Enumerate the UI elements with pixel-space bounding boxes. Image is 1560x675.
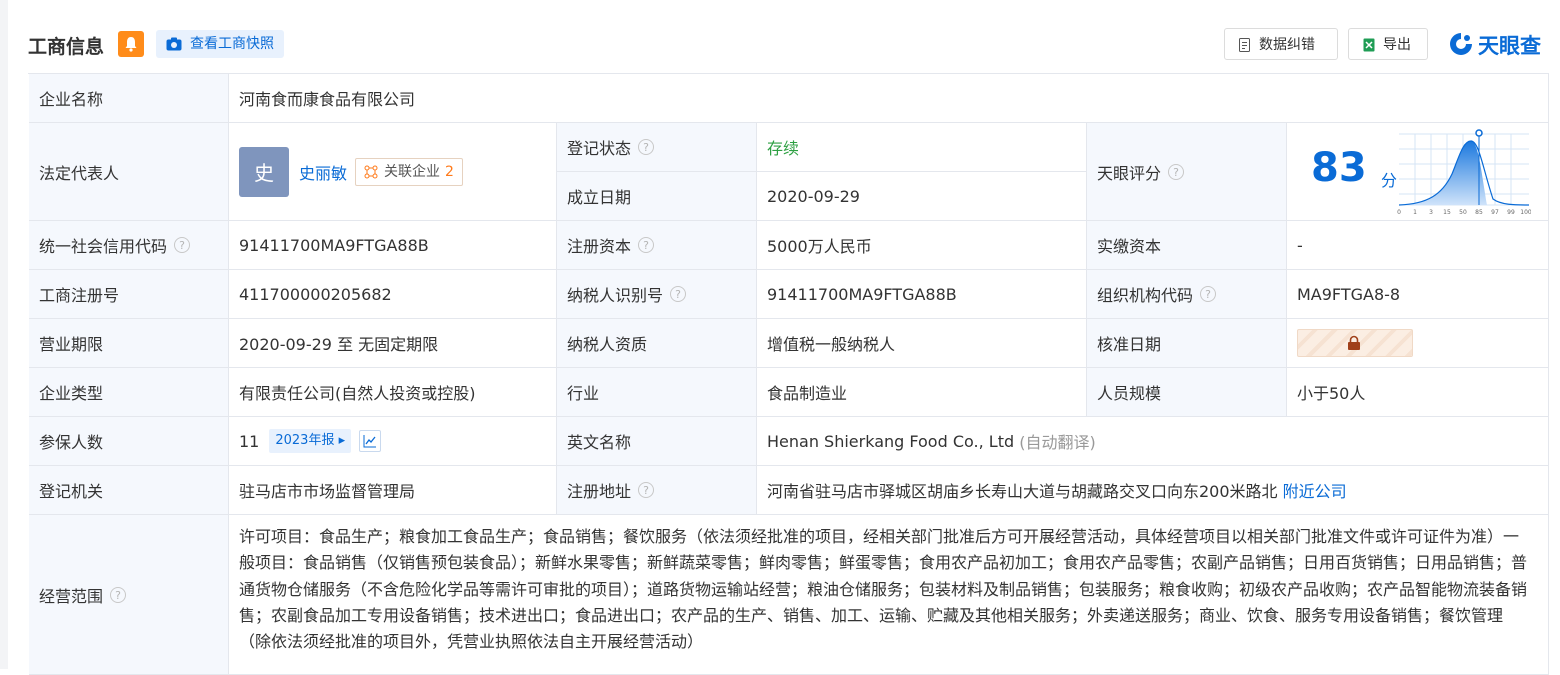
avatar[interactable]: 史 [239, 146, 289, 197]
score-unit: 分 [1381, 171, 1398, 190]
axis-tick: 97 [1491, 209, 1499, 215]
bell-button[interactable] [118, 31, 144, 57]
trend-chart-button[interactable] [359, 430, 382, 452]
found-date-label: 成立日期 [557, 172, 757, 221]
found-date-value: 2020-09-29 [757, 172, 1087, 221]
network-icon [364, 165, 378, 178]
industry-value: 食品制造业 [757, 368, 1087, 417]
axis-tick: 50 [1459, 209, 1467, 215]
export-label: 导出 [1383, 37, 1411, 53]
taxpayer-quality-label: 纳税人资质 [557, 319, 757, 368]
section-title: 工商信息 [28, 36, 105, 58]
annual-report-link[interactable]: 2023年报 ▸ [269, 429, 352, 453]
biz-term-label: 营业期限 [29, 319, 229, 368]
english-name-value: Henan Shierkang Food Co., Ltd (自动翻译) [757, 417, 1549, 466]
insured-value: 11 2023年报 ▸ [229, 417, 557, 466]
legal-rep-value: 史 史丽敏 关联企业 2 [229, 123, 557, 221]
logo-text: 天眼查 [1478, 34, 1541, 58]
business-info-table: 企业名称 河南食而康食品有限公司 法定代表人 史 史丽敏 关联企业 2 登记状态?… [28, 73, 1549, 675]
company-name-label: 企业名称 [29, 74, 229, 123]
reg-capital-value: 5000万人民币 [757, 221, 1087, 270]
legal-rep-label: 法定代表人 [29, 123, 229, 221]
camera-icon [166, 37, 182, 51]
axis-tick: 3 [1429, 209, 1433, 215]
reg-number-value: 411700000205682 [229, 270, 557, 319]
company-type-value: 有限责任公司(自然人投资或控股) [229, 368, 557, 417]
snapshot-label: 查看工商快照 [190, 36, 274, 52]
tianyan-score-panel[interactable]: 83 分 0 1 3 15 50 85 97 99 100 [1287, 123, 1549, 221]
biz-scope-label: 经营范围? [29, 515, 229, 675]
company-name-value: 河南食而康食品有限公司 [229, 74, 1549, 123]
help-icon[interactable]: ? [670, 286, 687, 302]
axis-tick: 85 [1475, 209, 1483, 215]
legal-rep-name-link[interactable]: 史丽敏 [299, 160, 347, 184]
axis-tick: 15 [1443, 209, 1451, 215]
nearby-companies-link[interactable]: 附近公司 [1283, 478, 1347, 502]
reg-capital-label: 注册资本? [557, 221, 757, 270]
help-icon[interactable]: ? [110, 586, 127, 603]
taxpayer-id-label: 纳税人识别号? [557, 270, 757, 319]
paid-capital-value: - [1287, 221, 1549, 270]
tianyan-score-label: 天眼评分? [1087, 123, 1287, 221]
axis-tick: 100 [1520, 209, 1531, 215]
biz-scope-value: 许可项目：食品生产；粮食加工食品生产；食品销售；餐饮服务（依法须经批准的项目，经… [229, 515, 1549, 675]
org-code-value: MA9FTGA8-8 [1287, 270, 1549, 319]
axis-tick: 0 [1397, 209, 1401, 215]
credit-code-value: 91411700MA9FTGA88B [229, 221, 557, 270]
axis-tick: 1 [1413, 209, 1417, 215]
left-gutter [0, 0, 8, 669]
score-distribution-chart: 0 1 3 15 50 85 97 99 100 [1397, 129, 1531, 215]
snapshot-button[interactable]: 查看工商快照 [156, 30, 284, 58]
section-header: 工商信息 查看工商快照 数据纠错 导出 天眼查 [28, 28, 1548, 60]
help-icon[interactable]: ? [1200, 286, 1217, 302]
related-companies-button[interactable]: 关联企业 2 [355, 157, 463, 186]
data-correction-label: 数据纠错 [1259, 37, 1315, 53]
score-value: 83 [1311, 145, 1367, 191]
reg-address-value: 河南省驻马店市驿城区胡庙乡长寿山大道与胡藏路交叉口向东200米路北 附近公司 [757, 466, 1549, 515]
lock-icon [1348, 335, 1360, 350]
auto-translate-note: (自动翻译) [1019, 433, 1096, 452]
help-icon[interactable]: ? [638, 482, 655, 498]
org-code-label: 组织机构代码? [1087, 270, 1287, 319]
reg-authority-label: 登记机关 [29, 466, 229, 515]
company-type-label: 企业类型 [29, 368, 229, 417]
help-icon[interactable]: ? [174, 237, 191, 253]
reg-status-value: 存续 [757, 123, 1087, 172]
export-button[interactable]: 导出 [1348, 28, 1428, 60]
logo-icon [1450, 33, 1472, 55]
insured-label: 参保人数 [29, 417, 229, 466]
data-correction-button[interactable]: 数据纠错 [1224, 28, 1338, 60]
biz-term-value: 2020-09-29 至 无固定期限 [229, 319, 557, 368]
related-companies-count: 2 [445, 163, 454, 180]
reg-authority-value: 驻马店市市场监督管理局 [229, 466, 557, 515]
taxpayer-id-value: 91411700MA9FTGA88B [757, 270, 1087, 319]
page: 工商信息 查看工商快照 数据纠错 导出 天眼查 企业名称 河南食而康食品有限公司… [0, 0, 1560, 675]
trend-icon [363, 435, 377, 448]
industry-label: 行业 [557, 368, 757, 417]
english-name-label: 英文名称 [557, 417, 757, 466]
paid-capital-label: 实缴资本 [1087, 221, 1287, 270]
approval-date-value [1287, 319, 1549, 368]
edit-doc-icon [1239, 38, 1250, 52]
help-icon[interactable]: ? [1168, 163, 1185, 180]
credit-code-label: 统一社会信用代码? [29, 221, 229, 270]
excel-icon [1363, 38, 1375, 52]
reg-status-label: 登记状态? [557, 123, 757, 172]
taxpayer-quality-value: 增值税一般纳税人 [757, 319, 1087, 368]
reg-number-label: 工商注册号 [29, 270, 229, 319]
staff-size-label: 人员规模 [1087, 368, 1287, 417]
staff-size-value: 小于50人 [1287, 368, 1549, 417]
bell-icon [125, 37, 137, 52]
axis-tick: 99 [1507, 209, 1515, 215]
locked-content-button[interactable] [1297, 329, 1413, 357]
help-icon[interactable]: ? [638, 139, 655, 155]
related-companies-label: 关联企业 [384, 163, 441, 180]
approval-date-label: 核准日期 [1087, 319, 1287, 368]
reg-address-label: 注册地址? [557, 466, 757, 515]
help-icon[interactable]: ? [638, 237, 655, 253]
